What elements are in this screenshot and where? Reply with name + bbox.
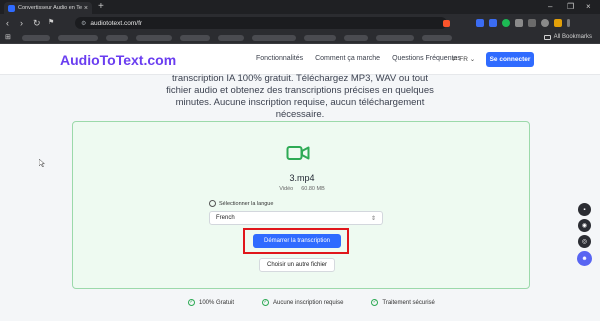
floating-widget-icon[interactable]: ◎ — [578, 235, 591, 248]
feature-item: ✓ Traitement sécurisé — [371, 299, 435, 306]
all-bookmarks[interactable]: All Bookmarks — [543, 34, 592, 40]
bookmark-item[interactable] — [304, 35, 336, 41]
file-meta: Vidéo 60.80 MB — [73, 186, 531, 192]
site-logo[interactable]: AudioToText.com — [60, 52, 176, 68]
file-name: 3.mp4 — [289, 173, 315, 183]
start-transcription-button[interactable]: Démarrer la transcription — [253, 234, 341, 248]
bookmark-item[interactable] — [252, 35, 296, 41]
bookmark-item[interactable] — [22, 35, 50, 41]
file-type: Vidéo — [279, 186, 294, 192]
apps-grid-icon[interactable]: ⊞ — [5, 34, 11, 42]
check-circle-icon: ✓ — [188, 299, 195, 306]
bookmark-item[interactable] — [58, 35, 98, 41]
menu-icon[interactable] — [567, 19, 570, 27]
site-header: AudioToText.com Fonctionnalités Comment … — [0, 44, 600, 75]
globe-icon — [209, 200, 216, 207]
browser-tab-bar: Convertisseur Audio en Texte Gr × + – ❐ … — [0, 0, 600, 14]
bookmark-item[interactable] — [218, 35, 244, 41]
chevron-down-icon: ⌄ — [469, 56, 476, 63]
file-size: 60.80 MB — [301, 186, 325, 192]
url-field[interactable]: ⚙ audiototext.com/fr — [75, 17, 447, 29]
extension-icon[interactable] — [554, 19, 562, 27]
restore-icon[interactable]: ❐ — [567, 1, 574, 13]
nav-link-faq[interactable]: Questions Fréquentes — [392, 55, 461, 62]
video-file-icon — [286, 146, 310, 160]
language-select-value: French — [216, 215, 235, 221]
folder-icon — [543, 34, 551, 40]
features-row: ✓ 100% Gratuit ✓ Aucune inscription requ… — [188, 299, 435, 306]
bookmark-item[interactable] — [136, 35, 172, 41]
address-bar-row: ‹ › ↻ ⚑ ⚙ audiototext.com/fr — [0, 14, 600, 32]
back-icon[interactable]: ‹ — [6, 17, 9, 29]
check-circle-icon: ✓ — [371, 299, 379, 306]
tab-title: Convertisseur Audio en Texte Gr — [18, 5, 82, 11]
language-code: FR — [459, 56, 468, 63]
language-label: Sélectionner la langue — [219, 200, 274, 207]
browser-tab[interactable]: Convertisseur Audio en Texte Gr × — [4, 2, 92, 14]
feature-label: Traitement sécurisé — [382, 299, 435, 306]
nav-link-how-it-works[interactable]: Comment ça marche — [315, 55, 380, 62]
floating-widget-icon[interactable]: ◉ — [578, 219, 591, 232]
feature-item: ✓ 100% Gratuit — [188, 299, 234, 306]
nav-link-features[interactable]: Fonctionnalités — [256, 55, 303, 62]
language-switcher[interactable]: ⇄ FR ⌄ — [452, 55, 475, 63]
bookmarks-bar: ⊞ All Bookmarks — [0, 32, 600, 44]
profile-avatar-icon[interactable] — [541, 19, 549, 27]
bookmark-item[interactable] — [422, 35, 452, 41]
check-circle-icon: ✓ — [262, 299, 270, 306]
mouse-cursor-icon — [39, 159, 45, 167]
extensions-toolbar — [476, 19, 570, 27]
bookmark-item[interactable] — [180, 35, 210, 41]
login-button[interactable]: Se connecter — [486, 52, 534, 67]
url-text: audiototext.com/fr — [90, 19, 143, 27]
bookmark-item[interactable] — [376, 35, 414, 41]
extension-icon[interactable] — [502, 19, 510, 27]
site-favicon-icon — [8, 4, 15, 12]
extension-icon[interactable] — [476, 19, 484, 27]
language-label-row: Sélectionner la langue — [209, 200, 273, 207]
minimize-icon[interactable]: – — [548, 1, 552, 13]
brave-shield-icon[interactable] — [443, 20, 450, 27]
upload-card: 3.mp4 Vidéo 60.80 MB Sélectionner la lang… — [72, 121, 530, 289]
extension-icon[interactable] — [515, 19, 523, 27]
reload-icon[interactable]: ↻ — [33, 17, 41, 29]
choose-another-file-button[interactable]: Choisir un autre fichier — [259, 258, 335, 272]
chevron-updown-icon: ⇕ — [370, 215, 376, 222]
bookmark-item[interactable] — [106, 35, 128, 41]
language-select[interactable]: French ⇕ — [209, 211, 383, 225]
main-nav: Fonctionnalités Comment ça marche Questi… — [256, 55, 461, 62]
bookmark-page-icon[interactable]: ⚑ — [48, 17, 54, 29]
extension-icon[interactable] — [489, 19, 497, 27]
close-window-icon[interactable]: × — [586, 1, 591, 13]
feature-label: 100% Gratuit — [199, 299, 235, 306]
feature-item: ✓ Aucune inscription requise — [262, 299, 343, 306]
site-info-icon[interactable]: ⚙ — [81, 20, 86, 27]
floating-widget-icon[interactable]: ▪ — [578, 203, 591, 216]
all-bookmarks-label: All Bookmarks — [553, 34, 592, 40]
bookmark-items — [22, 35, 452, 41]
extensions-puzzle-icon[interactable] — [528, 19, 536, 27]
new-tab-icon[interactable]: + — [98, 1, 104, 13]
close-tab-icon[interactable]: × — [84, 5, 88, 12]
translate-icon: ⇄ — [452, 56, 458, 63]
forward-icon[interactable]: › — [20, 17, 23, 29]
discord-icon[interactable]: ☻ — [577, 251, 592, 266]
intro-paragraph: transcription IA 100% gratuit. Télécharg… — [166, 73, 434, 120]
feature-label: Aucune inscription requise — [273, 299, 344, 306]
bookmark-item[interactable] — [344, 35, 368, 41]
